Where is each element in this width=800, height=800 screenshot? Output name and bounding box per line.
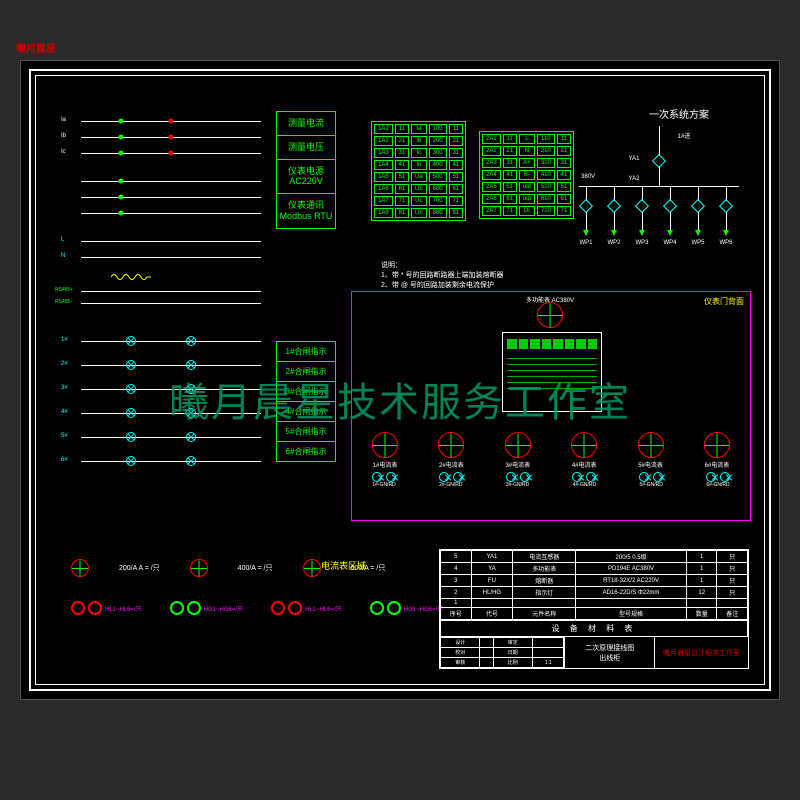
ammeter-icon — [303, 559, 321, 577]
drawing-notes: 说明： 1、带 * 号的回路断路器上端加装熔断器 2、带 @ 号的回路加装剩余电… — [381, 261, 504, 290]
ammeter-icon — [71, 559, 89, 577]
ammeter-row: 1#电流表 2#电流表 3#电流表 4#电流表 5#电流表 6#电流表 — [372, 432, 730, 469]
meter-top-label: 多功能表 AC380V — [526, 295, 574, 304]
ind-5: 5#合闸指示 — [277, 422, 335, 442]
ammeter-txt-1: 200/A A = /只 — [119, 563, 160, 573]
drawing-name-2: 出线柜 — [599, 653, 620, 663]
outer-frame: 测量电流 测量电压 仪表电源 AC220V 仪表通讯 Modbus RTU 1#… — [29, 69, 771, 691]
ammeter-zone-title: 电流表区域 — [321, 559, 366, 572]
tag-ib: Ib — [61, 133, 66, 139]
titleblock-company: 曦月晨星设计服务工作室 — [654, 637, 748, 668]
bom-titleblock: 5YA1电流互感器200/5 0.5级1只4YA多功能表PD194E AC380… — [439, 549, 749, 669]
measurement-block: 测量电流 测量电压 仪表电源 AC220V 仪表通讯 Modbus RTU — [276, 111, 336, 229]
drawing-name-1: 二次原理接线图 — [585, 643, 634, 653]
ammeter-icon — [704, 432, 730, 458]
lamp-row: 1#-GN/RD2#-GN/RD3#-GN/RD4#-GN/RD5#-GN/RD… — [372, 472, 730, 488]
ammeter-icon — [190, 559, 208, 577]
terminal-table-2: 2A111L110112A221N210212A331A+310312A441B… — [479, 131, 574, 219]
ammeter-label: 3#电流表 — [505, 460, 531, 469]
terminal-table-1: 1A111Ia100111A221Ib200211A331Ic300311A44… — [371, 121, 466, 221]
ind-4: 4#合闸指示 — [277, 402, 335, 422]
tag-rs485n: RS485- — [55, 299, 72, 305]
bus-voltage: 380V — [581, 174, 595, 180]
drawing-canvas: 测量电流 测量电压 仪表电源 AC220V 仪表通讯 Modbus RTU 1#… — [20, 60, 780, 700]
ammeter-icon — [438, 432, 464, 458]
ammeter-icon — [505, 432, 531, 458]
page-corner-label: 曦月晨星 — [16, 40, 56, 55]
ind-1: 1#合闸指示 — [277, 342, 335, 362]
ammeter-label: 1#电流表 — [372, 460, 398, 469]
oneline-title: 一次系统方案 — [649, 106, 709, 121]
note-head: 说明： — [381, 261, 504, 271]
secondary-schematic: Ia Ib Ic L N RS485+ RS485- — [61, 111, 271, 481]
tag-rs485p: RS485+ — [55, 287, 73, 293]
ammeter-txt-2: 400/A = /只 — [238, 563, 273, 573]
ind-2: 2#合闸指示 — [277, 362, 335, 382]
note-1: 1、带 * 号的回路断路器上端加装熔断器 — [381, 271, 504, 281]
meas-current: 测量电流 — [277, 112, 335, 136]
ind-3: 3#合闸指示 — [277, 382, 335, 402]
single-line-diagram: 1#进 YA1 YA2 380V WP1 WP2 WP3 WP4 WP5 — [574, 126, 744, 266]
ammeter-label: 5#电流表 — [638, 460, 664, 469]
ct-tag: YA2 — [629, 176, 640, 182]
panel-layout: 仪表门背面 多功能表 AC380V 1#电流表 2#电流表 3#电流表 4#电流表 5#… — [351, 291, 751, 521]
meas-voltage: 测量电压 — [277, 136, 335, 160]
note-2: 2、带 @ 号的回路加装剩余电流保护 — [381, 281, 504, 291]
meas-power: 仪表电源 AC220V — [277, 160, 335, 195]
panel-title: 仪表门背面 — [704, 296, 744, 307]
ammeter-label: 4#电流表 — [571, 460, 597, 469]
titleblock-drawing-name: 二次原理接线图 出线柜 — [564, 637, 654, 668]
fuse-coil-icon — [111, 269, 151, 279]
tag-ia: Ia — [61, 117, 66, 123]
ammeter-label: 6#电流表 — [704, 460, 730, 469]
meas-comm: 仪表通讯 Modbus RTU — [277, 194, 335, 228]
tag-ic: Ic — [61, 149, 66, 155]
ammeter-icon — [372, 432, 398, 458]
ind-6: 6#合闸指示 — [277, 442, 335, 461]
main-cb-tag: YA1 — [629, 156, 640, 162]
ammeter-icon — [638, 432, 664, 458]
lamp-legend: HL1~HL6=/只HG1~HG6=/只HL1~HL6=/只HG1~HG6=/只 — [71, 601, 443, 615]
indicator-block: 1#合闸指示 2#合闸指示 3#合闸指示 4#合闸指示 5#合闸指示 6#合闸指… — [276, 341, 336, 462]
incoming-label: 1#进 — [678, 131, 691, 140]
ammeter-icon — [571, 432, 597, 458]
bom-title: 设 备 材 料 表 — [440, 620, 748, 637]
tag-n: N — [61, 253, 65, 259]
titleblock-signatures: 设计审定校对日期审核比例1:1 — [440, 637, 564, 668]
terminal-panel-box — [502, 332, 602, 412]
bom-table: 5YA1电流互感器200/5 0.5级1只4YA多功能表PD194E AC380… — [440, 550, 748, 620]
multifunction-meter-icon — [537, 302, 563, 328]
ammeter-label: 2#电流表 — [438, 460, 464, 469]
tag-l: L — [61, 237, 64, 243]
